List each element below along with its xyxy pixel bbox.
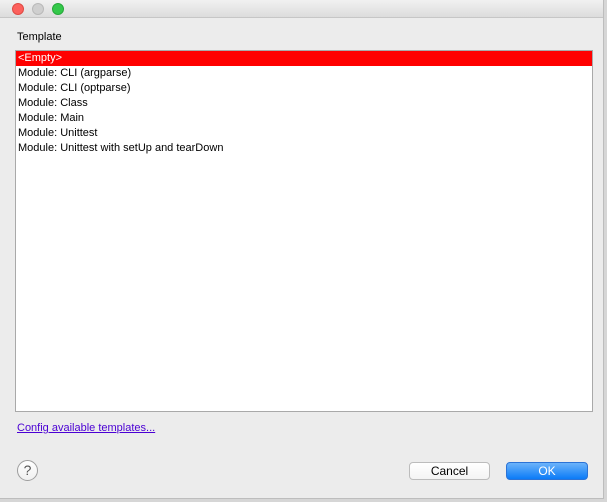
template-list-item[interactable]: Module: Unittest with setUp and tearDown bbox=[16, 141, 592, 156]
question-mark-icon: ? bbox=[23, 462, 32, 478]
config-templates-link[interactable]: Config available templates... bbox=[17, 422, 155, 434]
cancel-button[interactable]: Cancel bbox=[409, 462, 490, 480]
ok-button[interactable]: OK bbox=[506, 462, 588, 480]
template-list[interactable]: <Empty> Module: CLI (argparse) Module: C… bbox=[15, 50, 593, 412]
template-list-item[interactable]: Module: Unittest bbox=[16, 126, 592, 141]
template-list-item[interactable]: Module: CLI (argparse) bbox=[16, 66, 592, 81]
template-list-item[interactable]: <Empty> bbox=[16, 51, 592, 66]
title-bar bbox=[0, 0, 603, 18]
template-list-item[interactable]: Module: Class bbox=[16, 96, 592, 111]
help-button[interactable]: ? bbox=[17, 460, 38, 481]
minimize-window-button[interactable] bbox=[32, 3, 44, 15]
template-list-item[interactable]: Module: CLI (optparse) bbox=[16, 81, 592, 96]
close-window-button[interactable] bbox=[12, 3, 24, 15]
template-list-item[interactable]: Module: Main bbox=[16, 111, 592, 126]
dialog-window: Template <Empty> Module: CLI (argparse) … bbox=[0, 0, 604, 499]
template-section-label: Template bbox=[17, 31, 62, 43]
zoom-window-button[interactable] bbox=[52, 3, 64, 15]
